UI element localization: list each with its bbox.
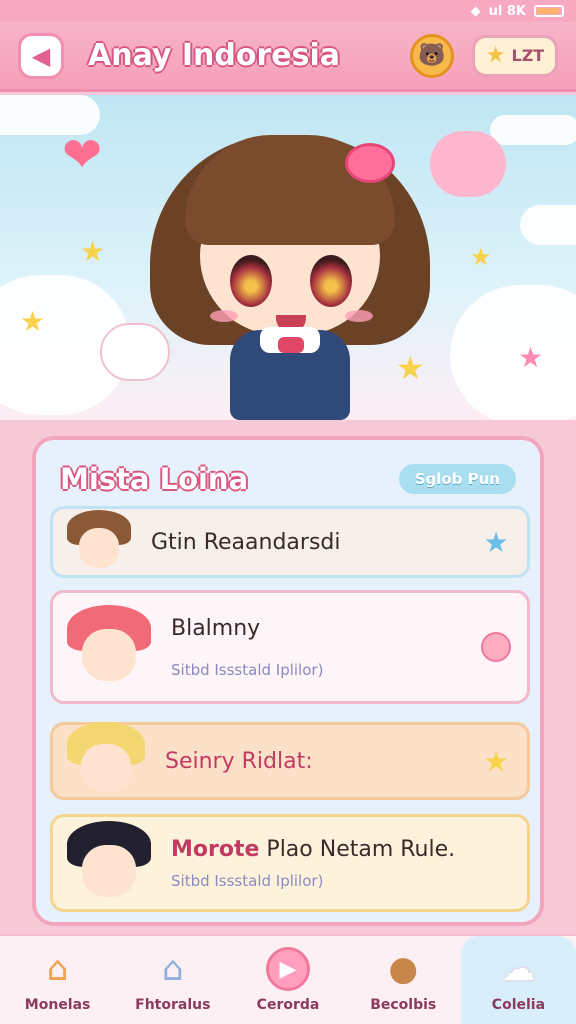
cloud-icon: ☁ — [501, 949, 536, 989]
mascot-avatar[interactable]: 🐻 — [410, 33, 454, 78]
star-icon: ★ — [80, 235, 106, 268]
play-icon: ▶ — [264, 947, 312, 991]
item-subtitle: Sitbd Issstald Iplilor) — [171, 660, 324, 679]
bear-face-icon: 🐻 — [418, 43, 446, 68]
list-item[interactable]: Seinry Ridlat: ★ — [50, 722, 530, 800]
avatar — [67, 722, 145, 800]
star-icon: ★ — [485, 43, 506, 68]
star-icon: ★ — [518, 341, 544, 374]
item-subtitle: Sitbd Issstald Iplilor) — [171, 871, 324, 890]
nav-item-second[interactable]: ⌂ Fhtoralus — [115, 936, 230, 1024]
character-illustration — [140, 115, 440, 420]
back-arrow-icon: ◀ — [31, 41, 51, 70]
level-label: LZT — [511, 46, 545, 65]
panel-title: Mista Loina — [60, 462, 249, 496]
list-item[interactable]: Gtin Reaandarsdi ★ — [50, 506, 530, 578]
status-bar: ◆ ul 8K — [0, 0, 576, 22]
battery-icon — [534, 5, 564, 17]
house-outline-icon: ⌂ — [162, 949, 184, 989]
filter-button[interactable]: Sglob Pun — [398, 464, 516, 494]
nav-item-cloud[interactable]: ☁ Colelia — [460, 936, 576, 1024]
bottom-nav: ⌂ Monelas ⌂ Fhtoralus ▶ Cerorda ● Becolb… — [0, 934, 576, 1024]
page-title: Anay Indoresia — [88, 38, 341, 73]
cloud-decoration — [450, 285, 576, 420]
content-panel: Mista Loina Sglob Pun Gtin Reaandarsdi ★… — [32, 436, 544, 926]
avatar — [67, 605, 151, 689]
list-item[interactable]: Blalmny Sitbd Issstald Iplilor) — [50, 590, 530, 704]
nav-item-play[interactable]: ▶ Cerorda — [230, 936, 345, 1024]
star-icon: ★ — [470, 243, 492, 271]
cloud-decoration — [520, 205, 576, 245]
hero-illustration: ❤ ★ ★ ★ ★ ★ — [0, 95, 576, 420]
level-badge-button[interactable]: ★ LZT — [472, 34, 558, 77]
avatar — [67, 821, 151, 905]
item-title: Gtin Reaandarsdi — [151, 529, 341, 555]
list-item[interactable]: Morote Plao Netam Rule. Sitbd Issstald I… — [50, 814, 530, 912]
nav-item-home[interactable]: ⌂ Monelas — [0, 936, 115, 1024]
back-button[interactable]: ◀ — [18, 32, 64, 79]
bear-icon: ● — [388, 949, 419, 989]
star-icon[interactable]: ★ — [479, 525, 513, 559]
avatar — [67, 510, 131, 574]
heart-hairclip — [345, 143, 395, 183]
wifi-icon: ◆ — [470, 3, 481, 19]
nav-item-bear[interactable]: ● Becolbis — [346, 936, 461, 1024]
item-title: Blalmny — [171, 615, 261, 641]
cloud-decoration — [490, 115, 576, 145]
item-title: Seinry Ridlat: — [165, 748, 313, 774]
house-icon: ⌂ — [46, 949, 69, 989]
heart-icon: ❤ — [62, 127, 103, 183]
app-header: ◀ Anay Indoresia 🐻 ★ LZT — [0, 22, 576, 92]
signal-text: ul 8K — [488, 3, 526, 19]
star-icon[interactable]: ★ — [479, 744, 513, 778]
item-title: Morote Plao Netam Rule. — [171, 836, 456, 862]
pink-cloud-creature — [430, 131, 506, 197]
circle-toggle-icon[interactable] — [479, 630, 513, 664]
star-icon: ★ — [20, 305, 46, 338]
